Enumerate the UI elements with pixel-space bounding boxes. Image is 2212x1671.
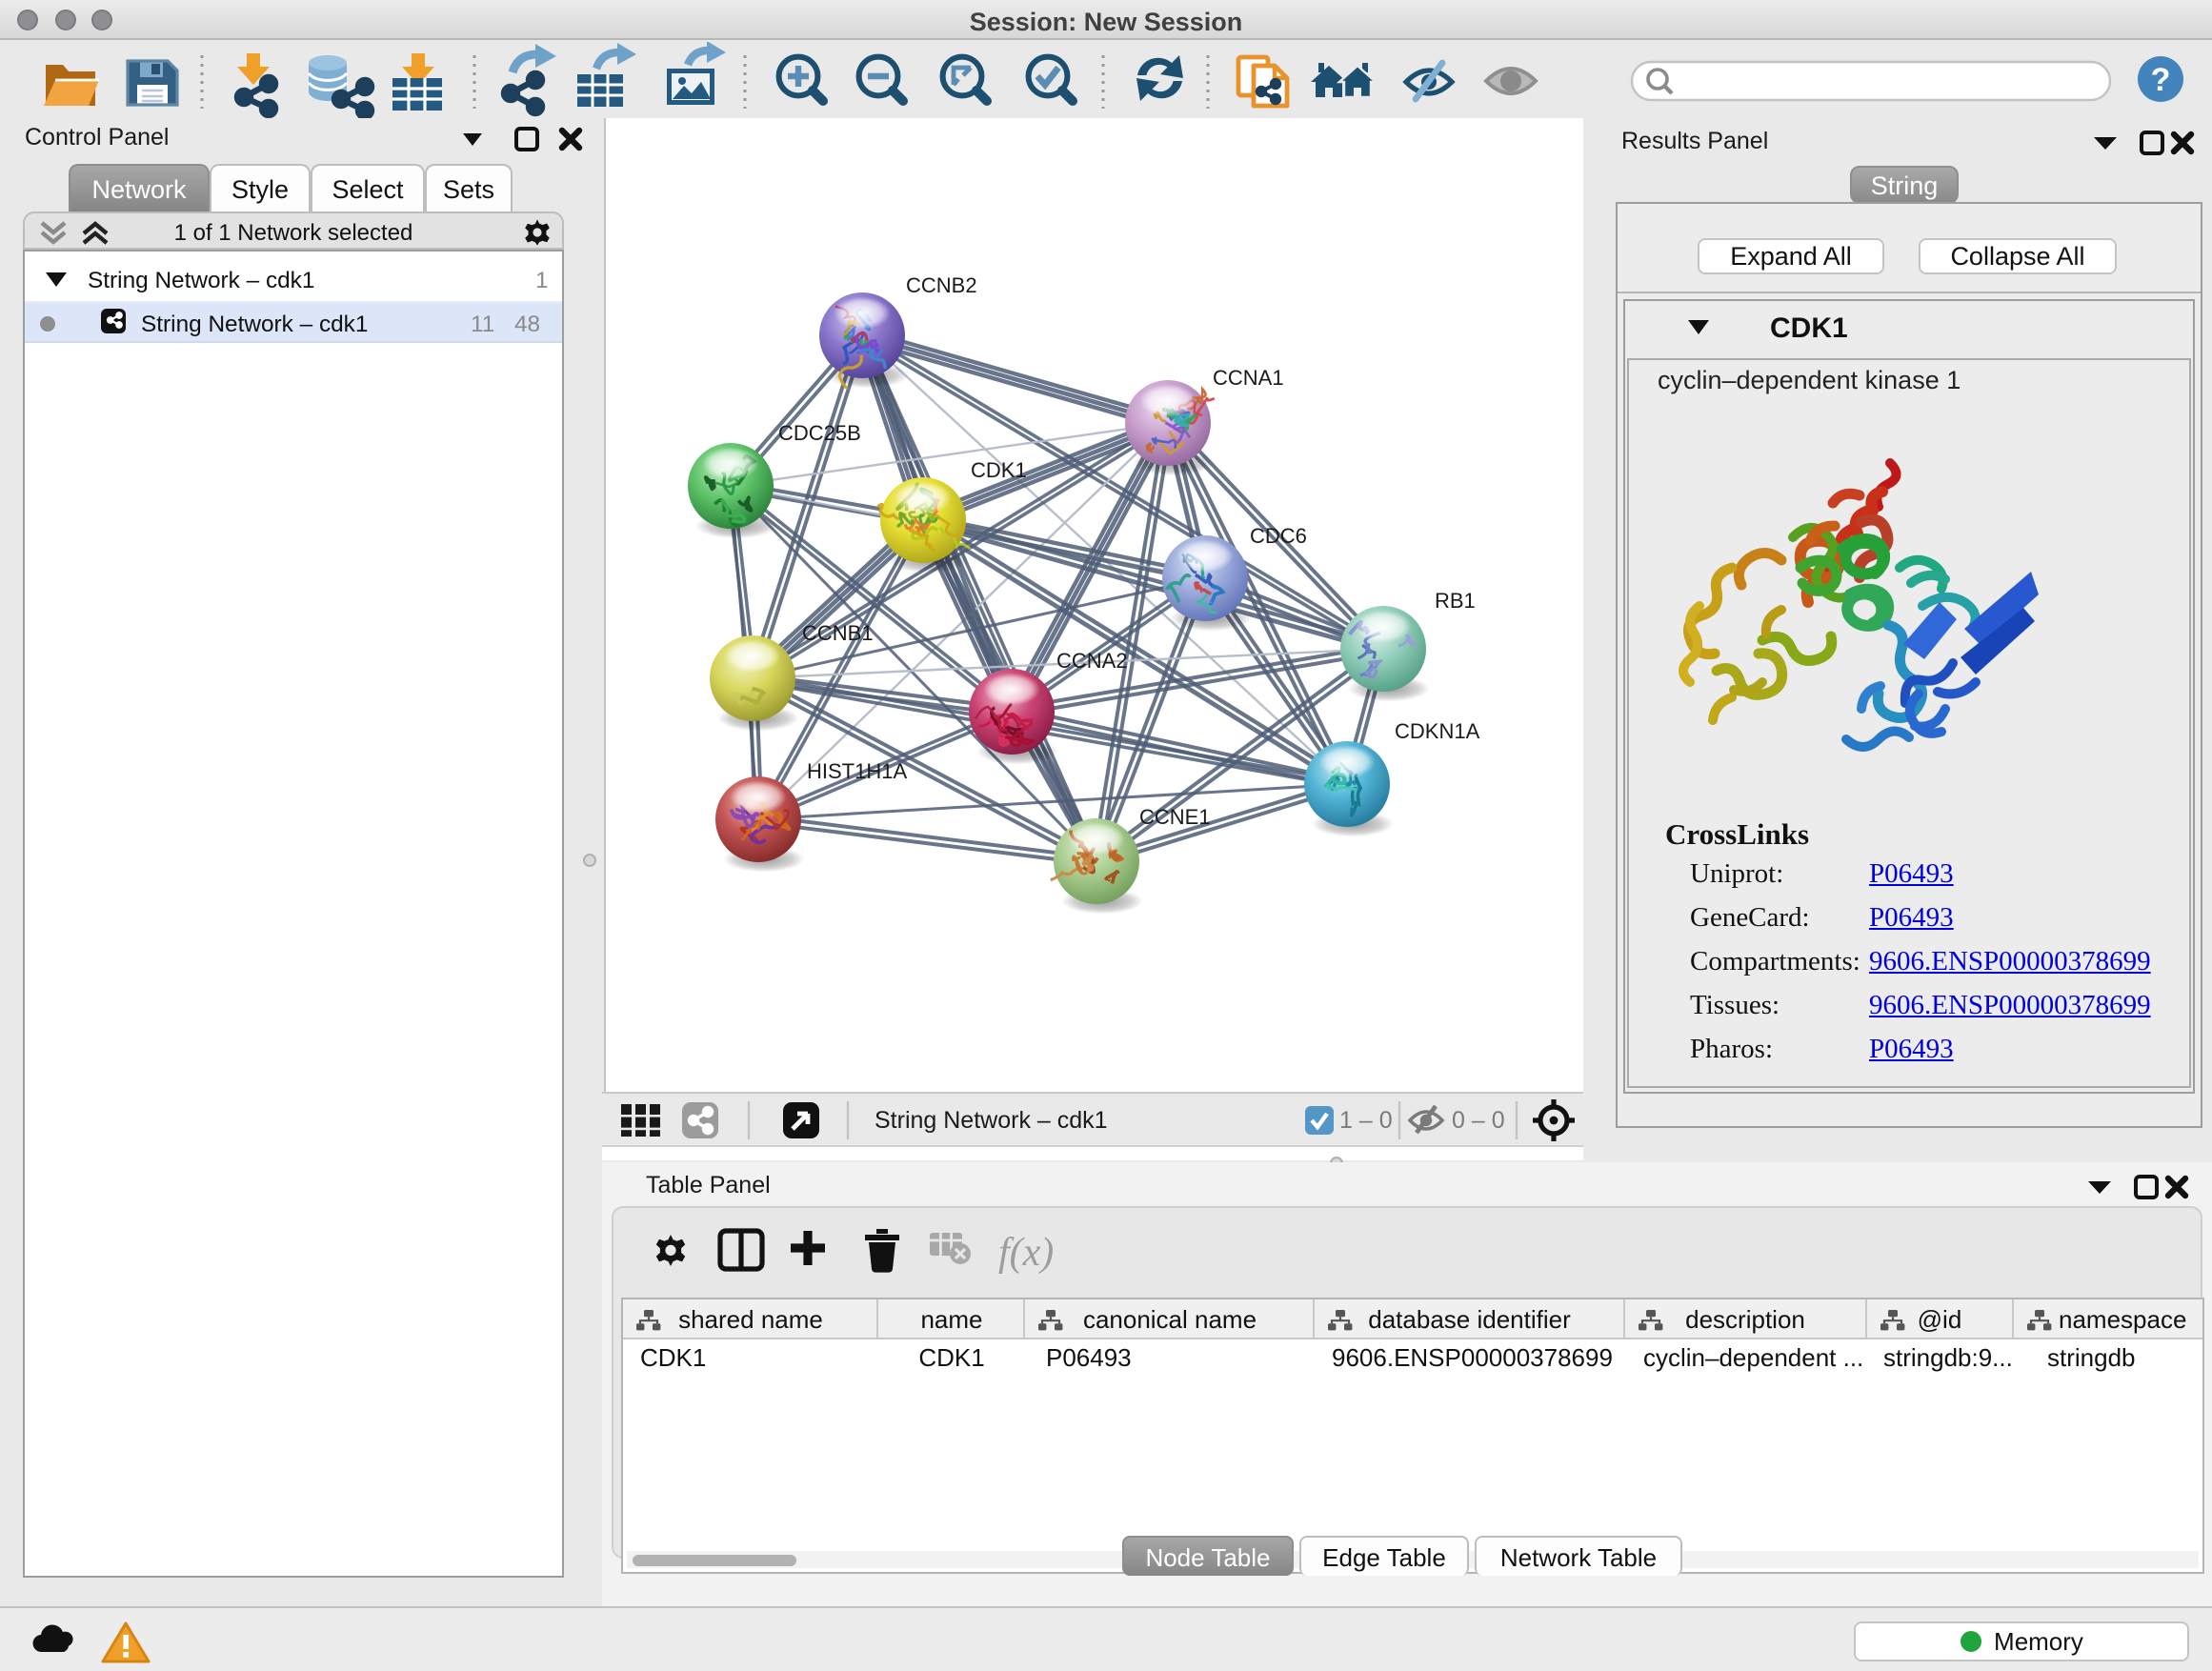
svg-text:CDC25B: CDC25B	[778, 421, 861, 445]
svg-text:HIST1H1A: HIST1H1A	[807, 759, 907, 783]
svg-text:RB1: RB1	[1435, 589, 1476, 613]
svg-text:0 – 0: 0 – 0	[1452, 1107, 1505, 1134]
svg-text:CCNA1: CCNA1	[1213, 366, 1284, 390]
svg-text:CDC6: CDC6	[1250, 524, 1307, 548]
svg-text:1 – 0: 1 – 0	[1339, 1107, 1393, 1134]
svg-text:CCNB2: CCNB2	[906, 273, 977, 297]
svg-text:CDKN1A: CDKN1A	[1395, 719, 1480, 743]
svg-text:CCNB1: CCNB1	[802, 621, 874, 645]
svg-text:CDK1: CDK1	[971, 458, 1027, 482]
svg-text:CCNA2: CCNA2	[1056, 649, 1128, 673]
svg-text:f(x): f(x)	[998, 1231, 1054, 1275]
svg-text:?: ?	[2151, 62, 2171, 98]
svg-text:CCNE1: CCNE1	[1139, 805, 1211, 829]
svg-text:String Network – cdk1: String Network – cdk1	[875, 1107, 1108, 1134]
